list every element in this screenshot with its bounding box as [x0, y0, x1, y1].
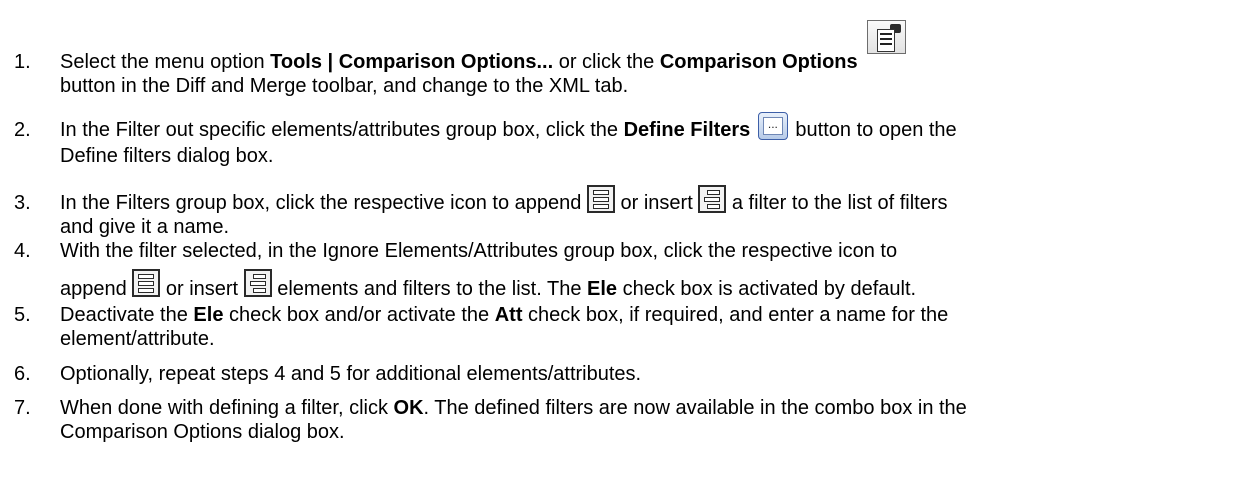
- step-text: or click the: [553, 51, 660, 73]
- step-text-continued: and give it a name.: [60, 216, 229, 238]
- append-icon: [586, 185, 615, 213]
- step-text-continued: Comparison Options dialog box.: [60, 421, 345, 443]
- step-text: In the Filter out specific elements/attr…: [60, 119, 624, 141]
- step-text-continued: Define filters dialog box.: [60, 145, 274, 167]
- step-number: 5.: [14, 304, 31, 326]
- step-text: Deactivate the: [60, 304, 194, 326]
- step-text: Optionally, repeat steps 4 and 5 for add…: [60, 363, 642, 385]
- checkbox-name: Att: [494, 304, 523, 326]
- define-filters-icon: ...: [757, 112, 788, 140]
- append-icon: [132, 269, 161, 297]
- step-text: or insert: [614, 192, 699, 214]
- step-number: 4.: [14, 240, 31, 262]
- step-text: In the Filters group box, click the resp…: [60, 192, 587, 214]
- insert-icon: [243, 269, 272, 297]
- checkbox-name: Ele: [193, 304, 224, 326]
- step-number: 7.: [14, 397, 31, 419]
- step-text: When done with defining a filter, click: [60, 397, 394, 419]
- step-text: . The defined filters are now available …: [423, 397, 967, 419]
- checkbox-name: Ele: [587, 278, 618, 300]
- step-number: 1.: [14, 51, 31, 73]
- button-name: Comparison Options: [659, 51, 858, 73]
- button-name: OK: [393, 397, 424, 419]
- menu-path: Tools | Comparison Options...: [270, 51, 554, 73]
- step-text-continued: button in the Diff and Merge toolbar, an…: [60, 75, 629, 97]
- step-text: elements and filters to the list. The: [271, 278, 587, 300]
- step-number: 2.: [14, 119, 31, 141]
- step-number: 3.: [14, 192, 31, 214]
- step-text: check box, if required, and enter a name…: [522, 304, 949, 326]
- step-text: button to open the: [789, 119, 957, 141]
- step-number: 6.: [14, 363, 31, 385]
- step-text: check box is activated by default.: [617, 278, 917, 300]
- step-text: or insert: [160, 278, 244, 300]
- comparison-options-icon: [867, 20, 907, 54]
- button-name: Define Filters: [623, 119, 751, 141]
- step-text: With the filter selected, in the Ignore …: [60, 240, 898, 262]
- insert-icon: [698, 185, 727, 213]
- step-text: check box and/or activate the: [223, 304, 495, 326]
- step-text-continued: element/attribute.: [60, 328, 215, 350]
- step-text: append: [60, 278, 133, 300]
- step-text: a filter to the list of filters: [726, 192, 948, 214]
- step-text: Select the menu option: [60, 51, 271, 73]
